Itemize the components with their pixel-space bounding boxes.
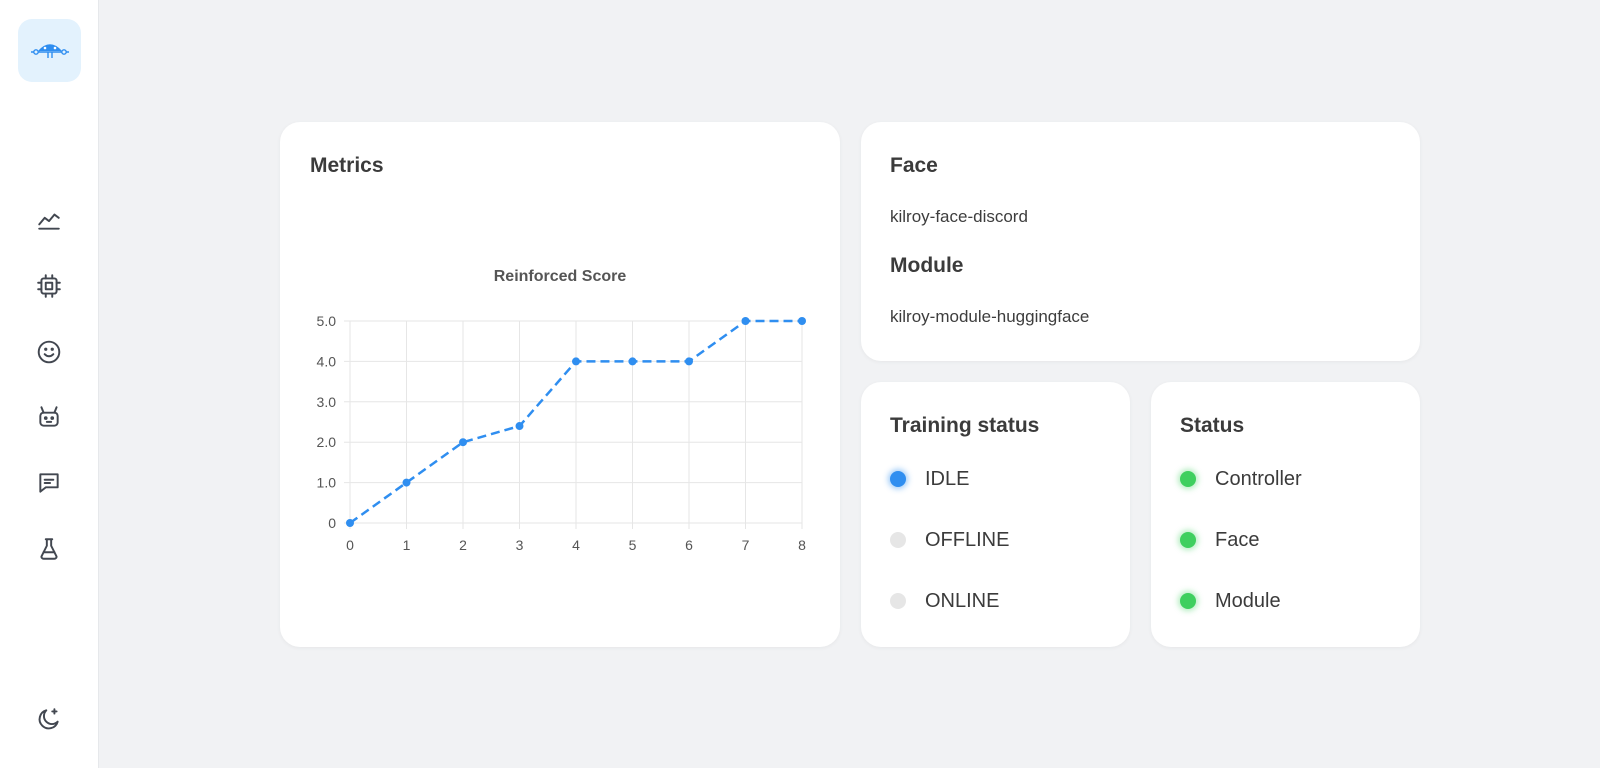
data-point[interactable] bbox=[459, 438, 467, 447]
x-tick-label: 3 bbox=[516, 537, 524, 553]
training-state-offline: OFFLINE bbox=[890, 528, 1009, 552]
training-state-label: OFFLINE bbox=[925, 528, 1010, 551]
data-point[interactable] bbox=[798, 317, 806, 325]
y-tick-label: 3.0 bbox=[317, 394, 337, 410]
status-module: Module bbox=[1180, 589, 1281, 613]
data-point[interactable] bbox=[741, 317, 750, 325]
y-tick-label: 4.0 bbox=[317, 353, 337, 369]
metrics-card: Metrics 0 1 2 3 4 5 6 7 8 0 1.0 2.0 3.0 4.0 5.0 Reinfo… bbox=[280, 122, 840, 647]
x-tick-label: 2 bbox=[459, 537, 467, 553]
nav-module[interactable] bbox=[29, 397, 69, 437]
status-card: Status Controller Face Module bbox=[1151, 382, 1420, 647]
face-value: kilroy-face-discord bbox=[890, 207, 1028, 226]
chart-title: Reinforced Score bbox=[494, 268, 627, 285]
module-title: Module bbox=[890, 254, 964, 277]
data-point[interactable] bbox=[346, 519, 354, 527]
status-face: Face bbox=[1180, 528, 1259, 552]
status-label: Module bbox=[1215, 589, 1281, 612]
flask-icon bbox=[40, 538, 58, 560]
controller-indicator bbox=[1180, 471, 1196, 487]
y-tick-label: 0 bbox=[328, 515, 336, 531]
robot-icon bbox=[39, 406, 59, 427]
data-point[interactable] bbox=[685, 357, 693, 366]
y-tick-label: 2.0 bbox=[317, 434, 337, 450]
info-card: Face kilroy-face-discord Module kilroy-m… bbox=[861, 122, 1420, 361]
x-tick-label: 1 bbox=[403, 537, 411, 553]
face-smile-icon bbox=[37, 340, 61, 364]
x-tick-label: 4 bbox=[572, 537, 580, 553]
x-tick-label: 7 bbox=[742, 537, 750, 553]
online-indicator bbox=[890, 593, 906, 609]
y-tick-label: 1.0 bbox=[317, 475, 337, 491]
training-state-label: IDLE bbox=[925, 467, 970, 490]
x-tick-label: 8 bbox=[798, 537, 806, 553]
data-point[interactable] bbox=[628, 357, 637, 366]
theme-toggle[interactable] bbox=[29, 699, 69, 739]
data-point[interactable] bbox=[572, 357, 580, 366]
status-controller: Controller bbox=[1180, 467, 1302, 491]
status-label: Controller bbox=[1215, 467, 1302, 490]
nav-chat[interactable] bbox=[29, 463, 69, 503]
module-value: kilroy-module-huggingface bbox=[890, 307, 1090, 326]
chat-bubble-icon bbox=[39, 473, 59, 493]
nav-face[interactable] bbox=[29, 332, 69, 372]
chart-line-icon bbox=[38, 213, 60, 230]
module-indicator bbox=[1180, 593, 1196, 609]
x-tick-label: 0 bbox=[346, 537, 354, 553]
moon-stars-icon bbox=[38, 708, 59, 730]
x-tick-label: 6 bbox=[685, 537, 693, 553]
x-tick-label: 5 bbox=[629, 537, 637, 553]
sidebar bbox=[0, 0, 99, 768]
nav-controller[interactable] bbox=[29, 266, 69, 306]
training-state-online: ONLINE bbox=[890, 589, 999, 613]
training-status-title: Training status bbox=[890, 414, 1040, 437]
offline-indicator bbox=[890, 532, 906, 548]
face-indicator bbox=[1180, 532, 1196, 548]
y-tick-label: 5.0 bbox=[317, 313, 337, 329]
training-state-label: ONLINE bbox=[925, 589, 1000, 612]
training-status-card: Training status IDLE OFFLINE ONLINE bbox=[861, 382, 1130, 647]
status-label: Face bbox=[1215, 528, 1260, 551]
nav-lab[interactable] bbox=[29, 529, 69, 569]
status-title: Status bbox=[1180, 414, 1245, 437]
kilroy-logo-icon bbox=[30, 43, 69, 58]
reinforced-score-chart: 0 1 2 3 4 5 6 7 8 0 1.0 2.0 3.0 4.0 5.0 Reinforced Sco… bbox=[317, 268, 807, 553]
data-point[interactable] bbox=[402, 478, 411, 487]
cpu-chip-icon bbox=[37, 274, 61, 298]
training-state-idle: IDLE bbox=[890, 467, 969, 491]
logo-button[interactable] bbox=[18, 19, 81, 82]
face-title: Face bbox=[890, 154, 938, 177]
data-point[interactable] bbox=[515, 422, 524, 431]
idle-indicator bbox=[890, 471, 906, 487]
nav-metrics[interactable] bbox=[29, 200, 69, 240]
